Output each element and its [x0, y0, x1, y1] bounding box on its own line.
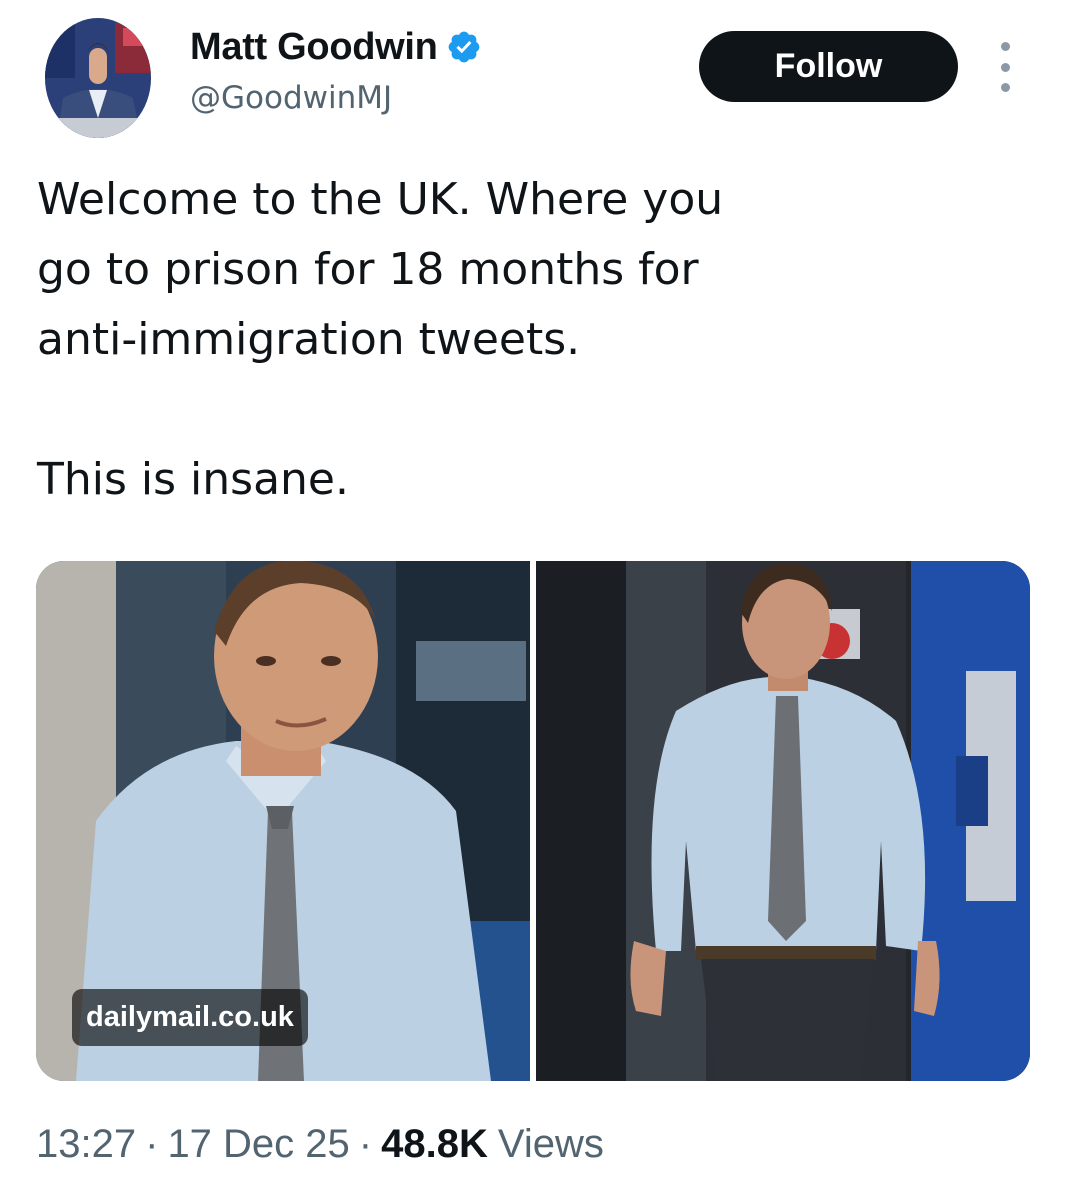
verified-badge-icon — [446, 29, 482, 65]
more-dot — [1000, 42, 1010, 51]
meta-separator: · — [145, 1122, 159, 1166]
tweet-paragraph: This is insane. — [37, 454, 349, 505]
views-label[interactable]: Views — [498, 1122, 604, 1167]
author-name[interactable]: Matt Goodwin — [190, 26, 438, 69]
avatar-image — [45, 18, 151, 138]
photo-2-image — [536, 561, 1030, 1081]
views-count[interactable]: 48.8K — [381, 1122, 488, 1167]
tweet-text: Welcome to the UK. Where you go to priso… — [37, 165, 1027, 515]
tweet-paragraph: Welcome to the UK. Where you go to priso… — [37, 174, 724, 365]
tweet-meta: 13:27 · 17 Dec 25 · 48.8K Views — [36, 1122, 604, 1167]
author-handle[interactable]: @GoodwinMJ — [190, 80, 392, 116]
meta-separator: · — [358, 1122, 373, 1166]
more-dot — [1000, 62, 1010, 72]
tweet-time[interactable]: 13:27 — [36, 1122, 136, 1167]
more-dot — [1000, 83, 1010, 92]
tweet-date[interactable]: 17 Dec 25 — [167, 1122, 349, 1167]
tweet-photo-2[interactable] — [536, 561, 1030, 1081]
follow-button[interactable]: Follow — [699, 31, 958, 102]
media-grid: dailymail.co.uk — [36, 561, 1030, 1081]
tweet-photo-1[interactable]: dailymail.co.uk — [36, 561, 530, 1081]
author-name-row[interactable]: Matt Goodwin — [190, 24, 482, 70]
author-avatar[interactable] — [45, 18, 151, 138]
more-options-icon[interactable] — [990, 42, 1020, 92]
media-source-badge[interactable]: dailymail.co.uk — [72, 989, 308, 1046]
